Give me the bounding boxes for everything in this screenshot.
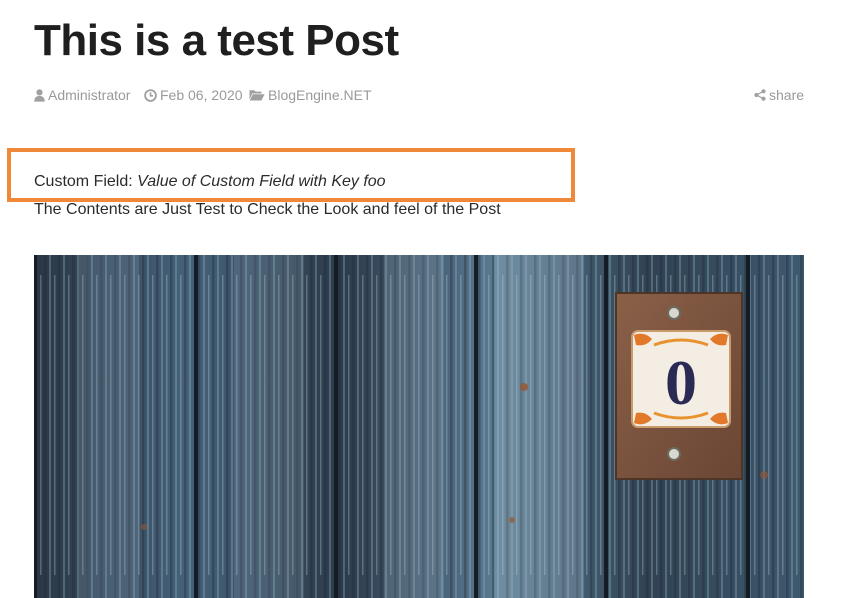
author-name: Administrator [48, 87, 131, 103]
folder-open-icon [249, 89, 265, 101]
share-icon [754, 89, 766, 101]
post-body-text: The Contents are Just Test to Check the … [34, 201, 501, 218]
category-name: BlogEngine.NET [268, 87, 372, 103]
share-button[interactable]: share [754, 86, 804, 104]
author-link[interactable]: Administrator [34, 86, 130, 104]
post-date-text: Feb 06, 2020 [160, 87, 243, 103]
share-label: share [769, 87, 805, 103]
clock-icon [144, 88, 157, 102]
custom-field-value: Value of Custom Field with Key foo [137, 173, 386, 190]
post-image: 0 [34, 255, 804, 598]
post-meta: Administrator Feb 06, 2020 BlogEngine.NE… [34, 86, 804, 104]
category-link[interactable]: BlogEngine.NET [249, 86, 372, 104]
post-title: This is a test Post [34, 16, 399, 65]
custom-field-line: Custom Field: Value of Custom Field with… [34, 172, 386, 192]
plaque-number: 0 [665, 347, 697, 418]
post-date: Feb 06, 2020 [144, 86, 243, 104]
custom-field-label: Custom Field: [34, 173, 133, 190]
user-icon [34, 88, 45, 102]
wooden-wall-photo: 0 [34, 255, 804, 598]
